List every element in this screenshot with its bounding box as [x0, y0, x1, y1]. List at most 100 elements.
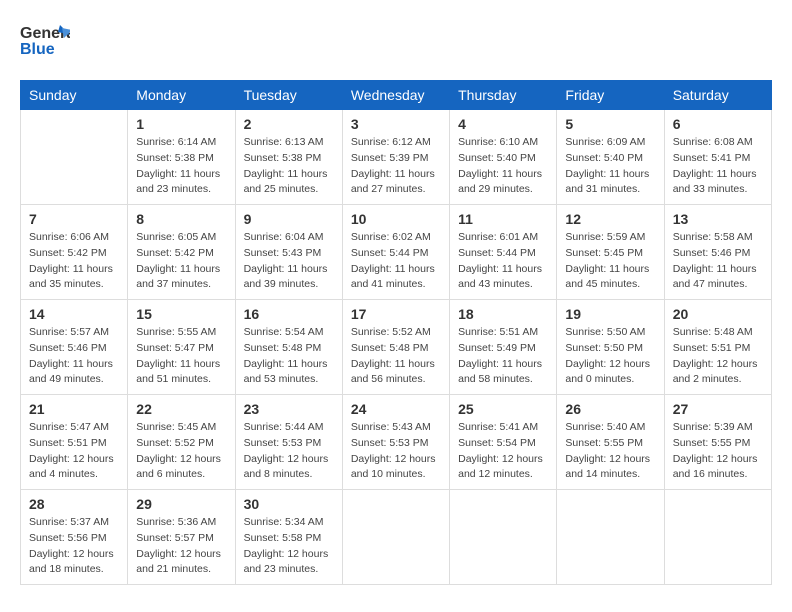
- calendar-cell: [557, 490, 664, 585]
- cell-info: Sunrise: 6:08 AMSunset: 5:41 PMDaylight:…: [673, 135, 763, 198]
- day-number: 22: [136, 401, 226, 417]
- cell-info: Sunrise: 5:41 AMSunset: 5:54 PMDaylight:…: [458, 420, 548, 483]
- day-number: 16: [244, 306, 334, 322]
- svg-text:Blue: Blue: [20, 41, 55, 58]
- day-number: 2: [244, 116, 334, 132]
- cell-info: Sunrise: 6:05 AMSunset: 5:42 PMDaylight:…: [136, 230, 226, 293]
- calendar-week-row: 7 Sunrise: 6:06 AMSunset: 5:42 PMDaylight…: [21, 205, 772, 300]
- cell-info: Sunrise: 5:43 AMSunset: 5:53 PMDaylight:…: [351, 420, 441, 483]
- weekday-header-wednesday: Wednesday: [342, 81, 449, 110]
- day-number: 5: [565, 116, 655, 132]
- cell-info: Sunrise: 6:02 AMSunset: 5:44 PMDaylight:…: [351, 230, 441, 293]
- calendar-table: SundayMondayTuesdayWednesdayThursdayFrid…: [20, 80, 772, 585]
- day-number: 7: [29, 211, 119, 227]
- cell-info: Sunrise: 5:59 AMSunset: 5:45 PMDaylight:…: [565, 230, 655, 293]
- calendar-week-row: 21Sunrise: 5:47 AMSunset: 5:51 PMDayligh…: [21, 395, 772, 490]
- calendar-cell: [450, 490, 557, 585]
- calendar-cell: 22 Sunrise: 5:45 AMSunset: 5:52 PMDayligh…: [128, 395, 235, 490]
- day-number: 1: [136, 116, 226, 132]
- day-number: 21: [29, 401, 119, 417]
- day-number: 27: [673, 401, 763, 417]
- day-number: 24: [351, 401, 441, 417]
- day-number: 3: [351, 116, 441, 132]
- calendar-cell: [342, 490, 449, 585]
- day-number: 13: [673, 211, 763, 227]
- day-number: 17: [351, 306, 441, 322]
- cell-info: Sunrise: 5:37 AMSunset: 5:56 PMDaylight:…: [29, 515, 119, 578]
- cell-info: Sunrise: 5:55 AMSunset: 5:47 PMDaylight:…: [136, 325, 226, 388]
- cell-info: Sunrise: 5:51 AMSunset: 5:49 PMDaylight:…: [458, 325, 548, 388]
- day-number: 23: [244, 401, 334, 417]
- day-number: 26: [565, 401, 655, 417]
- calendar-cell: 14 Sunrise: 5:57 AMSunset: 5:46 PMDayligh…: [21, 300, 128, 395]
- day-number: 11: [458, 211, 548, 227]
- calendar-cell: 3 Sunrise: 6:12 AMSunset: 5:39 PMDaylight…: [342, 110, 449, 205]
- calendar-cell: 11 Sunrise: 6:01 AMSunset: 5:44 PMDayligh…: [450, 205, 557, 300]
- cell-info: Sunrise: 6:06 AMSunset: 5:42 PMDaylight:…: [29, 230, 119, 293]
- weekday-header-friday: Friday: [557, 81, 664, 110]
- cell-info: Sunrise: 5:36 AMSunset: 5:57 PMDaylight:…: [136, 515, 226, 578]
- calendar-cell: 7 Sunrise: 6:06 AMSunset: 5:42 PMDaylight…: [21, 205, 128, 300]
- day-number: 25: [458, 401, 548, 417]
- cell-info: Sunrise: 5:39 AMSunset: 5:55 PMDaylight:…: [673, 420, 763, 483]
- day-number: 28: [29, 496, 119, 512]
- calendar-cell: [664, 490, 771, 585]
- calendar-cell: 29 Sunrise: 5:36 AMSunset: 5:57 PMDayligh…: [128, 490, 235, 585]
- calendar-cell: 20Sunrise: 5:48 AMSunset: 5:51 PMDayligh…: [664, 300, 771, 395]
- cell-info: Sunrise: 5:34 AMSunset: 5:58 PMDaylight:…: [244, 515, 334, 578]
- calendar-cell: 1 Sunrise: 6:14 AMSunset: 5:38 PMDaylight…: [128, 110, 235, 205]
- calendar-cell: 12 Sunrise: 5:59 AMSunset: 5:45 PMDayligh…: [557, 205, 664, 300]
- day-number: 9: [244, 211, 334, 227]
- day-number: 14: [29, 306, 119, 322]
- calendar-cell: 8 Sunrise: 6:05 AMSunset: 5:42 PMDaylight…: [128, 205, 235, 300]
- calendar-cell: 21Sunrise: 5:47 AMSunset: 5:51 PMDayligh…: [21, 395, 128, 490]
- day-number: 12: [565, 211, 655, 227]
- day-number: 6: [673, 116, 763, 132]
- calendar-cell: 30 Sunrise: 5:34 AMSunset: 5:58 PMDayligh…: [235, 490, 342, 585]
- calendar-cell: 10 Sunrise: 6:02 AMSunset: 5:44 PMDayligh…: [342, 205, 449, 300]
- calendar-header-row: SundayMondayTuesdayWednesdayThursdayFrid…: [21, 81, 772, 110]
- cell-info: Sunrise: 6:01 AMSunset: 5:44 PMDaylight:…: [458, 230, 548, 293]
- day-number: 4: [458, 116, 548, 132]
- day-number: 30: [244, 496, 334, 512]
- day-number: 10: [351, 211, 441, 227]
- day-number: 18: [458, 306, 548, 322]
- calendar-cell: 18 Sunrise: 5:51 AMSunset: 5:49 PMDayligh…: [450, 300, 557, 395]
- cell-info: Sunrise: 5:52 AMSunset: 5:48 PMDaylight:…: [351, 325, 441, 388]
- day-number: 15: [136, 306, 226, 322]
- cell-info: Sunrise: 6:14 AMSunset: 5:38 PMDaylight:…: [136, 135, 226, 198]
- cell-info: Sunrise: 5:45 AMSunset: 5:52 PMDaylight:…: [136, 420, 226, 483]
- cell-info: Sunrise: 6:04 AMSunset: 5:43 PMDaylight:…: [244, 230, 334, 293]
- calendar-week-row: 1 Sunrise: 6:14 AMSunset: 5:38 PMDaylight…: [21, 110, 772, 205]
- cell-info: Sunrise: 5:50 AMSunset: 5:50 PMDaylight:…: [565, 325, 655, 388]
- calendar-cell: 2 Sunrise: 6:13 AMSunset: 5:38 PMDaylight…: [235, 110, 342, 205]
- calendar-body: 1 Sunrise: 6:14 AMSunset: 5:38 PMDaylight…: [21, 110, 772, 585]
- calendar-cell: 23 Sunrise: 5:44 AMSunset: 5:53 PMDayligh…: [235, 395, 342, 490]
- logo: General Blue: [20, 20, 70, 70]
- calendar-cell: 19Sunrise: 5:50 AMSunset: 5:50 PMDayligh…: [557, 300, 664, 395]
- calendar-cell: 28 Sunrise: 5:37 AMSunset: 5:56 PMDayligh…: [21, 490, 128, 585]
- calendar-cell: [21, 110, 128, 205]
- calendar-cell: 4 Sunrise: 6:10 AMSunset: 5:40 PMDaylight…: [450, 110, 557, 205]
- calendar-cell: 26Sunrise: 5:40 AMSunset: 5:55 PMDayligh…: [557, 395, 664, 490]
- cell-info: Sunrise: 5:57 AMSunset: 5:46 PMDaylight:…: [29, 325, 119, 388]
- calendar-week-row: 14 Sunrise: 5:57 AMSunset: 5:46 PMDayligh…: [21, 300, 772, 395]
- day-number: 8: [136, 211, 226, 227]
- weekday-header-sunday: Sunday: [21, 81, 128, 110]
- day-number: 29: [136, 496, 226, 512]
- weekday-header-monday: Monday: [128, 81, 235, 110]
- cell-info: Sunrise: 5:44 AMSunset: 5:53 PMDaylight:…: [244, 420, 334, 483]
- calendar-cell: 27 Sunrise: 5:39 AMSunset: 5:55 PMDayligh…: [664, 395, 771, 490]
- calendar-cell: 16 Sunrise: 5:54 AMSunset: 5:48 PMDayligh…: [235, 300, 342, 395]
- cell-info: Sunrise: 6:12 AMSunset: 5:39 PMDaylight:…: [351, 135, 441, 198]
- calendar-cell: 17 Sunrise: 5:52 AMSunset: 5:48 PMDayligh…: [342, 300, 449, 395]
- calendar-cell: 9 Sunrise: 6:04 AMSunset: 5:43 PMDaylight…: [235, 205, 342, 300]
- cell-info: Sunrise: 6:10 AMSunset: 5:40 PMDaylight:…: [458, 135, 548, 198]
- cell-info: Sunrise: 5:58 AMSunset: 5:46 PMDaylight:…: [673, 230, 763, 293]
- weekday-header-saturday: Saturday: [664, 81, 771, 110]
- calendar-cell: 6 Sunrise: 6:08 AMSunset: 5:41 PMDaylight…: [664, 110, 771, 205]
- calendar-week-row: 28 Sunrise: 5:37 AMSunset: 5:56 PMDayligh…: [21, 490, 772, 585]
- cell-info: Sunrise: 6:09 AMSunset: 5:40 PMDaylight:…: [565, 135, 655, 198]
- cell-info: Sunrise: 6:13 AMSunset: 5:38 PMDaylight:…: [244, 135, 334, 198]
- cell-info: Sunrise: 5:54 AMSunset: 5:48 PMDaylight:…: [244, 325, 334, 388]
